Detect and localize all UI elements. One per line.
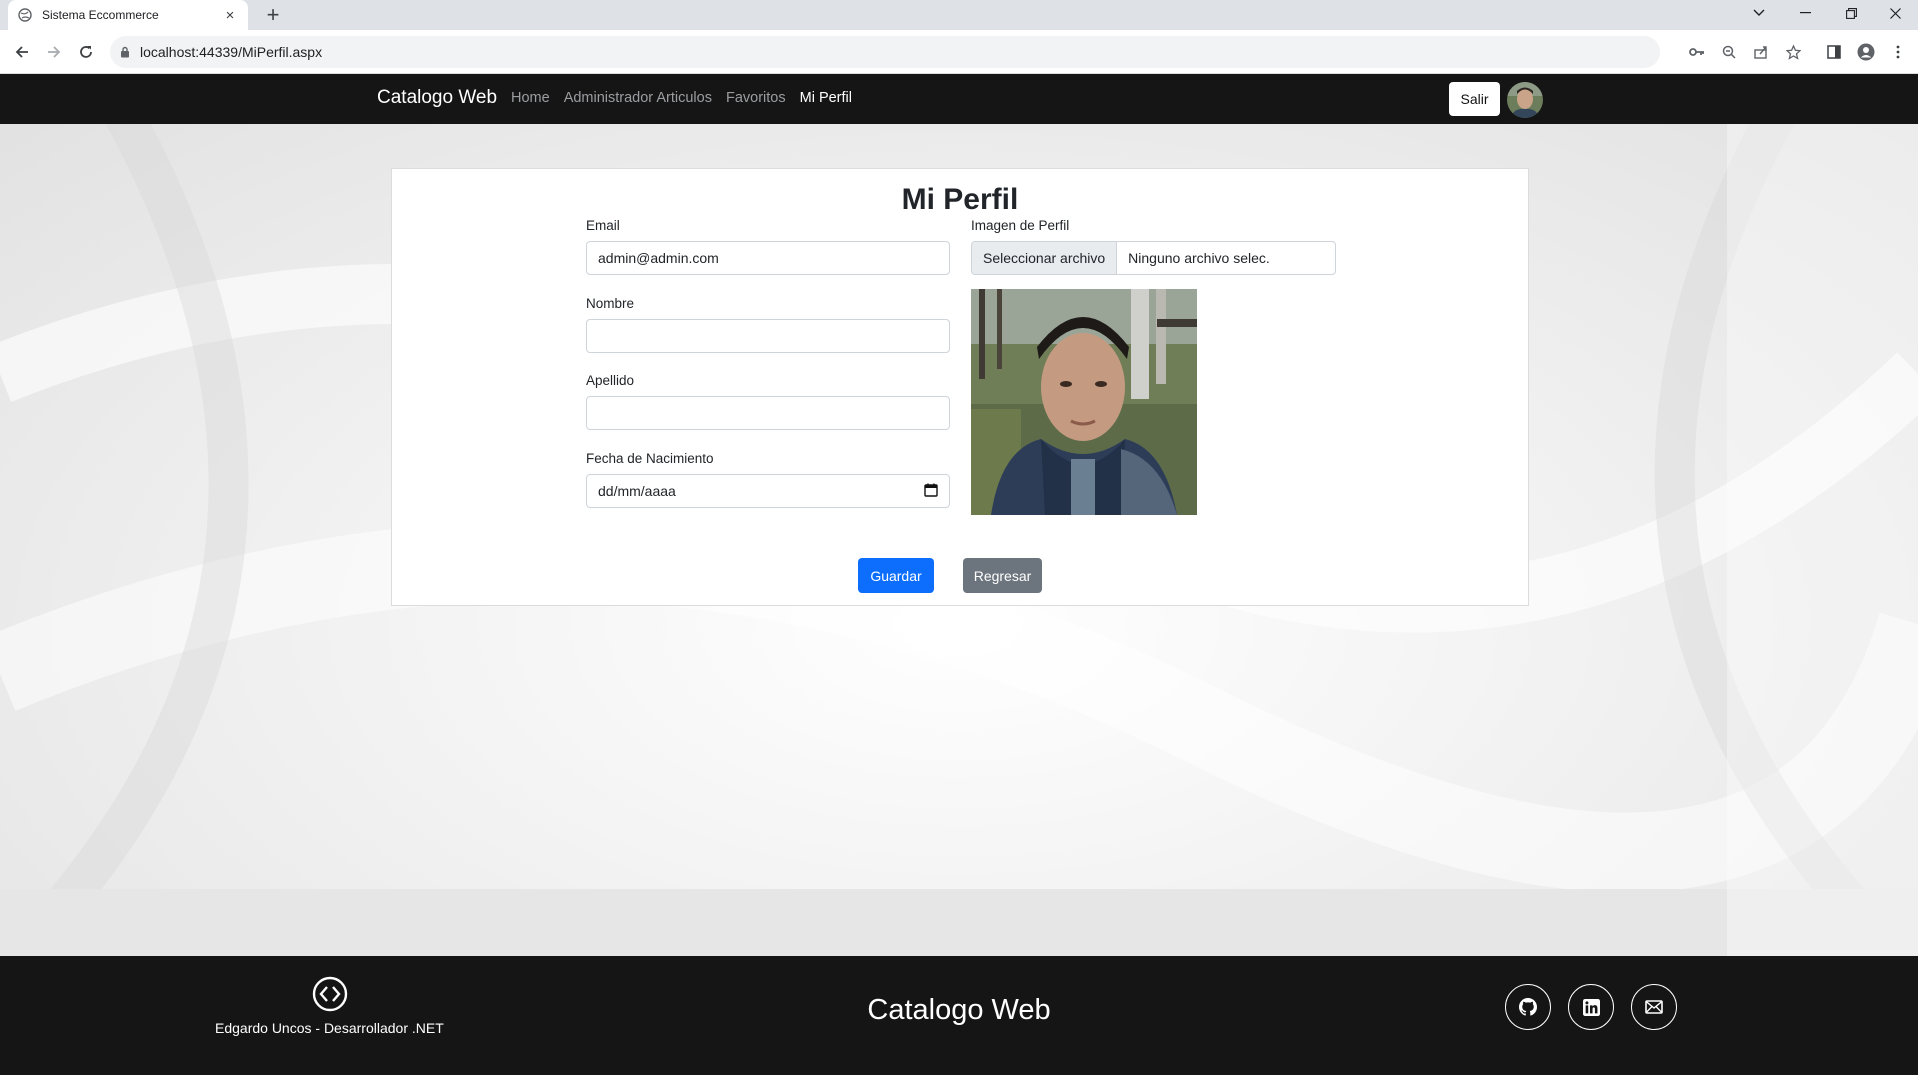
imagen-perfil-label: Imagen de Perfil — [971, 218, 1070, 233]
back-icon[interactable] — [8, 38, 36, 66]
email-label: Email — [586, 218, 620, 233]
email-field[interactable]: admin@admin.com — [586, 241, 950, 275]
forward-icon[interactable] — [40, 38, 68, 66]
page-title: Mi Perfil — [901, 183, 1019, 216]
save-button[interactable]: Guardar — [858, 558, 934, 593]
email-icon[interactable] — [1631, 984, 1677, 1030]
restore-icon[interactable] — [1828, 0, 1874, 26]
linkedin-icon[interactable] — [1568, 984, 1614, 1030]
profile-icon[interactable] — [1852, 38, 1880, 66]
lock-icon — [120, 46, 130, 58]
fecha-nacimiento-field[interactable]: dd/mm/aaaa — [586, 474, 950, 508]
logout-button[interactable]: Salir — [1449, 82, 1500, 116]
fecha-nacimiento-label: Fecha de Nacimiento — [586, 451, 714, 466]
github-icon[interactable] — [1505, 984, 1551, 1030]
zoom-icon[interactable] — [1715, 38, 1743, 66]
tab-title: Sistema Eccommerce — [42, 8, 159, 22]
tab-search-icon[interactable] — [1736, 0, 1782, 26]
apellido-label: Apellido — [586, 373, 635, 388]
bookmark-star-icon[interactable] — [1779, 38, 1807, 66]
file-status-text: Ninguno archivo selec. — [1128, 250, 1270, 266]
date-placeholder: dd/mm/aaaa — [598, 483, 676, 499]
reload-icon[interactable] — [72, 38, 100, 66]
url-text: localhost:44339/MiPerfil.aspx — [140, 44, 323, 60]
back-button[interactable]: Regresar — [963, 558, 1042, 593]
profile-photo — [971, 289, 1197, 515]
brand-link[interactable]: Catalogo Web — [377, 87, 497, 109]
close-window-icon[interactable] — [1872, 0, 1918, 26]
nombre-field[interactable] — [586, 319, 950, 353]
select-file-button[interactable]: Seleccionar archivo — [972, 242, 1118, 274]
page-viewport: Catalogo Web Home Administrador Articulo… — [0, 74, 1918, 1075]
nav-link-mi-perfil[interactable]: Mi Perfil — [800, 90, 852, 106]
key-icon[interactable] — [1683, 38, 1711, 66]
nav-link-favoritos[interactable]: Favoritos — [726, 90, 786, 106]
nombre-label: Nombre — [586, 296, 635, 311]
apellido-field[interactable] — [586, 396, 950, 430]
new-tab-button[interactable]: + — [260, 2, 286, 28]
profile-image-file-input[interactable]: Seleccionar archivo Ninguno archivo sele… — [971, 241, 1336, 275]
address-bar[interactable]: localhost:44339/MiPerfil.aspx — [110, 36, 1660, 68]
share-icon[interactable] — [1747, 38, 1775, 66]
nav-link-home[interactable]: Home — [511, 90, 550, 106]
calendar-icon[interactable] — [924, 483, 938, 500]
menu-kebab-icon[interactable] — [1884, 38, 1912, 66]
nav-links: Home Administrador Articulos Favoritos M… — [511, 90, 852, 106]
site-navbar: Catalogo Web Home Administrador Articulo… — [0, 74, 1918, 124]
site-footer: Edgardo Uncos - Desarrollador .NET Catal… — [0, 956, 1918, 1075]
nav-link-administrador-articulos[interactable]: Administrador Articulos — [564, 90, 712, 106]
browser-tab-strip: Sistema Eccommerce × + — [0, 0, 1918, 30]
profile-card: Mi Perfil Email admin@admin.com Nombre A… — [391, 168, 1529, 606]
browser-tab[interactable]: Sistema Eccommerce × — [8, 0, 248, 30]
minimize-icon[interactable] — [1782, 0, 1828, 26]
globe-icon — [18, 8, 32, 22]
close-tab-icon[interactable]: × — [222, 7, 238, 24]
browser-toolbar: localhost:44339/MiPerfil.aspx — [0, 30, 1918, 74]
avatar[interactable] — [1507, 82, 1543, 118]
side-panel-icon[interactable] — [1820, 38, 1848, 66]
